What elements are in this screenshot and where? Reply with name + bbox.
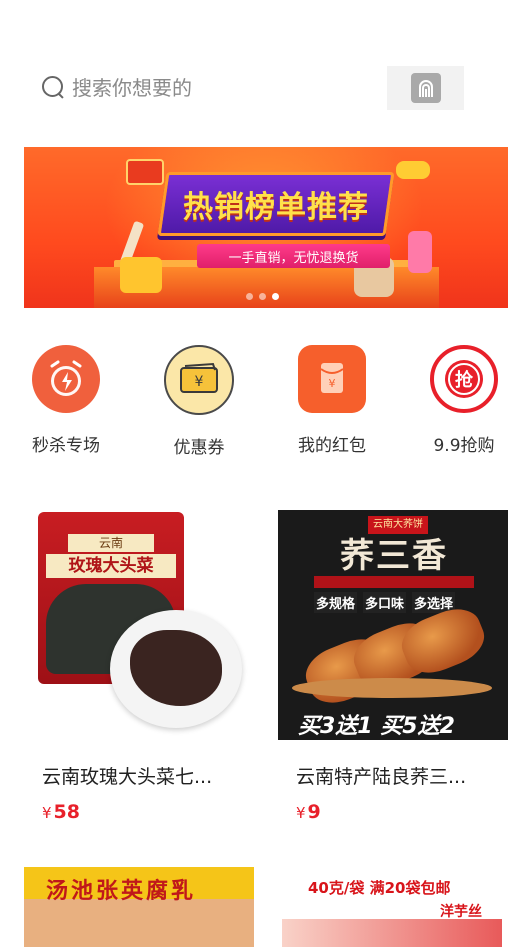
search-bar[interactable]	[40, 66, 340, 110]
qiang-rush-icon: 抢	[430, 345, 498, 413]
pagination-dot[interactable]	[246, 293, 253, 300]
coupon-icon: ¥	[164, 345, 234, 415]
product-card[interactable]: 汤池张英腐乳	[24, 867, 254, 947]
image-promo: 买3送1 买5送2	[298, 714, 455, 739]
alarm-clock-icon	[32, 345, 100, 413]
product-price: ¥58	[42, 801, 80, 823]
banner-title: 热销榜单推荐	[183, 190, 369, 225]
shortcut-label: 9.9抢购	[433, 436, 495, 456]
shortcut-flash-sale[interactable]: 秒杀专场	[11, 345, 121, 456]
product-image[interactable]: 云南 玫瑰大头菜	[24, 510, 254, 740]
shortcut-9-9-rush[interactable]: 抢 9.9抢购	[409, 345, 519, 456]
banner-subtitle: 一手直销，无忧退换货	[228, 250, 359, 266]
banner-pagination	[246, 293, 279, 300]
svg-text:¥: ¥	[329, 377, 336, 390]
product-image[interactable]: 云南大荞饼 荞三香 多规格 多口味 多选择 买3送1 买5送2	[278, 510, 508, 740]
scan-icon	[410, 73, 441, 103]
promo-banner[interactable]: 热销榜单推荐 一手直销，无忧退换货	[24, 147, 508, 308]
product-name: 云南玫瑰大头菜七...	[42, 766, 213, 788]
image-brand: 荞三香	[340, 536, 448, 576]
image-title: 汤池张英腐乳	[46, 879, 197, 904]
red-envelope-icon: ¥	[298, 345, 366, 413]
pagination-dot[interactable]	[259, 293, 266, 300]
product-card[interactable]: 云南大荞饼 荞三香 多规格 多口味 多选择 买3送1 买5送2 云南特产陆良荞三…	[278, 510, 508, 823]
dumbbell-icon	[396, 161, 430, 179]
pagination-dot-active[interactable]	[272, 293, 279, 300]
watering-can-icon	[120, 257, 162, 293]
product-price: ¥9	[296, 801, 321, 823]
product-card[interactable]: 云南 玫瑰大头菜 云南玫瑰大头菜七... ¥58	[24, 510, 254, 823]
shortcut-red-envelope[interactable]: ¥ 我的红包	[277, 345, 387, 456]
image-subtitle: 洋芋丝	[440, 904, 482, 920]
shortcut-coupon[interactable]: ¥ 优惠券	[144, 345, 254, 458]
scan-button[interactable]	[387, 66, 464, 110]
banner-title-box: 热销榜单推荐	[157, 172, 395, 236]
image-title: 40克/袋 满20袋包邮	[308, 879, 451, 897]
shortcut-label: 秒杀专场	[32, 436, 100, 456]
product-card[interactable]: 40克/袋 满20袋包邮 洋芋丝	[278, 867, 508, 947]
svg-text:¥: ¥	[195, 374, 204, 390]
product-name: 云南特产陆良荞三...	[296, 766, 467, 788]
bottle-icon	[408, 231, 432, 273]
package-title: 玫瑰大头菜	[46, 554, 176, 578]
shortcut-grid: 秒杀专场 ¥ 优惠券 ¥ 我的红包 抢 9.9抢购	[0, 345, 532, 465]
shortcut-label: 优惠券	[173, 438, 225, 458]
qiang-glyph: 抢	[455, 369, 474, 391]
shortcut-label: 我的红包	[298, 436, 366, 456]
banner-subtitle-box: 一手直销，无忧退换货	[197, 244, 390, 268]
pot-icon	[126, 159, 164, 185]
package-brand: 云南	[68, 534, 154, 552]
search-icon	[40, 75, 66, 101]
search-input[interactable]	[72, 76, 322, 100]
